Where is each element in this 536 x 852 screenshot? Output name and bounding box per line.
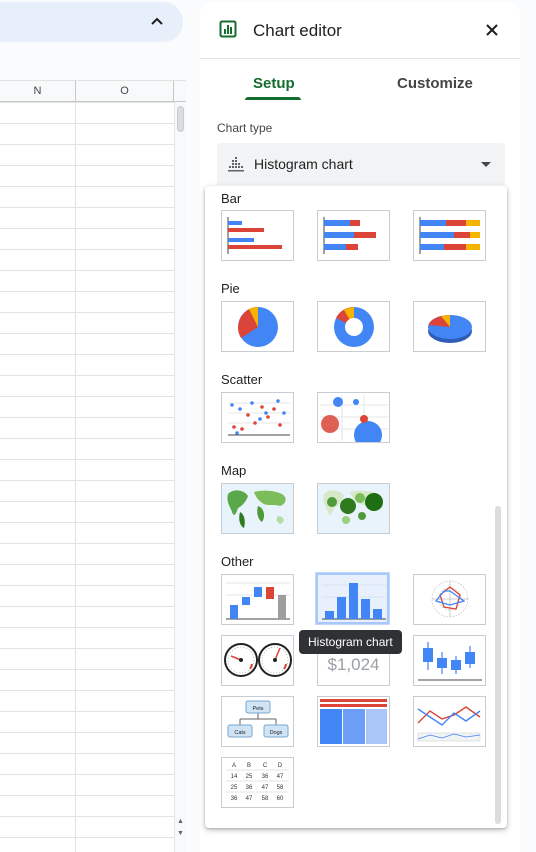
chart-option-pie[interactable] — [221, 301, 294, 352]
tab-customize[interactable]: Customize — [397, 75, 473, 92]
section-label-bar: Bar — [221, 191, 242, 206]
tab-setup[interactable]: Setup — [253, 75, 295, 92]
chart-option-bubble[interactable] — [317, 392, 390, 443]
chart-type-value: Histogram chart — [254, 156, 353, 172]
histogram-icon — [228, 157, 244, 172]
chart-editor-header: Chart editor — [200, 2, 520, 58]
scatter-chart-icon — [228, 399, 290, 436]
chart-option-stacked-bar[interactable] — [317, 210, 390, 261]
table-cell: 25 — [246, 774, 253, 780]
column-header-n[interactable]: N — [0, 81, 76, 102]
section-label-map: Map — [221, 463, 247, 478]
geo-markers-chart-icon — [318, 484, 389, 533]
header-divider — [200, 58, 520, 59]
chart-option-donut[interactable] — [317, 301, 390, 352]
chart-option-geo[interactable] — [221, 483, 294, 534]
stacked-bar-chart-icon — [323, 217, 376, 254]
table-cell: 25 — [231, 785, 238, 791]
chart-option-histogram[interactable] — [315, 572, 390, 625]
table-cell: 58 — [277, 785, 284, 791]
bar-chart-icon — [227, 217, 282, 254]
chart-option-candlestick[interactable] — [413, 635, 486, 686]
table-cell: 58 — [262, 796, 269, 802]
section-label-scatter: Scatter — [221, 372, 263, 387]
chart-type-select[interactable]: Histogram chart — [217, 143, 505, 185]
chart-option-timeline[interactable] — [413, 696, 486, 747]
100-stacked-bar-chart-icon — [419, 217, 480, 254]
section-label-pie: Pie — [221, 281, 240, 296]
chart-option-gauge[interactable] — [221, 635, 294, 686]
chart-type-label: Chart type — [217, 121, 273, 135]
dropdown-caret-icon — [481, 162, 491, 167]
chart-option-org[interactable]: Pets Cats Dogs — [221, 696, 294, 747]
chart-option-treemap[interactable] — [317, 696, 390, 747]
timeline-chart-icon — [417, 706, 481, 742]
org-chart-icon: Pets Cats Dogs — [227, 700, 289, 738]
radar-chart-icon — [431, 580, 469, 618]
table-chart-icon: A B C D 14 25 36 47 25 36 47 58 36 47 58… — [226, 763, 289, 802]
chart-type-dropdown: Bar Pie Scatter Map Other $1,024 Pets Ca… — [205, 186, 507, 828]
3d-pie-chart-icon — [428, 314, 472, 343]
sheet-vertical-scrollbar[interactable]: ▲ ▼ — [174, 102, 186, 852]
org-node-right: Dogs — [270, 730, 283, 736]
histogram-chart-icon — [322, 583, 386, 620]
chart-option-bar[interactable] — [221, 210, 294, 261]
chart-option-geo-markers[interactable] — [317, 483, 390, 534]
table-cell: 36 — [246, 785, 253, 791]
table-cell: 14 — [231, 774, 238, 780]
chart-option-table[interactable]: A B C D 14 25 36 47 25 36 47 58 36 47 58… — [221, 757, 294, 808]
scroll-up-arrow-icon[interactable]: ▲ — [177, 818, 184, 825]
org-node-left: Cats — [234, 730, 246, 736]
sheet-grid[interactable]: N O ▲ ▼ — [0, 80, 186, 852]
treemap-chart-icon — [320, 699, 387, 744]
dropdown-scrollbar[interactable] — [495, 506, 501, 824]
scroll-down-arrow-icon[interactable]: ▼ — [177, 830, 184, 837]
chart-option-waterfall[interactable] — [221, 574, 294, 625]
table-cell: 47 — [246, 796, 253, 802]
table-cell: 36 — [262, 774, 269, 780]
chart-editor-title: Chart editor — [253, 21, 342, 40]
chart-option-radar[interactable] — [413, 574, 486, 625]
geo-chart-icon — [222, 484, 293, 533]
pie-chart-icon — [238, 306, 278, 347]
bubble-chart-icon — [320, 395, 388, 442]
donut-chart-icon — [334, 306, 374, 347]
table-header-d: D — [278, 763, 283, 769]
chart-option-3d-pie[interactable] — [413, 301, 486, 352]
sheet-scroll-thumb[interactable] — [177, 106, 184, 132]
table-header-b: B — [247, 763, 251, 769]
table-header-a: A — [232, 763, 236, 769]
chart-option-scatter[interactable] — [221, 392, 294, 443]
close-icon[interactable] — [483, 21, 501, 39]
tooltip: Histogram chart — [299, 630, 402, 654]
table-cell: 60 — [277, 796, 284, 802]
chevron-up-icon[interactable] — [149, 13, 165, 29]
sheet-cells[interactable] — [0, 102, 174, 852]
waterfall-chart-icon — [226, 582, 290, 620]
active-tab-indicator — [245, 97, 301, 100]
spreadsheet-area: N O ▲ ▼ — [0, 0, 186, 852]
table-cell: 47 — [262, 785, 269, 791]
section-label-other: Other — [221, 554, 254, 569]
chart-editor-icon — [219, 20, 237, 38]
column-header-o[interactable]: O — [76, 81, 174, 102]
table-cell: 36 — [231, 796, 238, 802]
table-header-c: C — [263, 763, 268, 769]
collapse-bar[interactable] — [0, 2, 183, 42]
chart-option-100-stacked-bar[interactable] — [413, 210, 486, 261]
gauge-chart-icon — [224, 643, 292, 677]
table-cell: 47 — [277, 774, 284, 780]
org-node-root: Pets — [252, 706, 263, 712]
column-headers: N O — [0, 81, 186, 102]
candlestick-chart-icon — [418, 642, 482, 681]
